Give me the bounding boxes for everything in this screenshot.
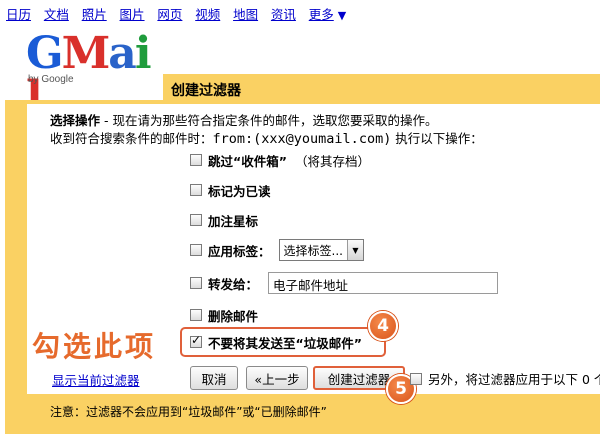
logo-letter-g: G [26, 28, 64, 79]
forward-email-input[interactable]: 电子邮件地址 [268, 272, 499, 294]
nav-more[interactable]: 更多 [309, 7, 334, 22]
logo-letter-a: a [108, 28, 136, 79]
nav-calendar[interactable]: 日历 [6, 7, 31, 22]
option-delete: 删除邮件 [190, 305, 258, 325]
forward-label: 转发给： [208, 276, 259, 292]
option-skip-inbox: 跳过“收件箱” （将其存档） [190, 150, 370, 170]
chevron-down-icon[interactable]: ▼ [338, 9, 346, 22]
nav-news[interactable]: 资讯 [271, 7, 296, 22]
criteria-prefix: 收到符合搜索条件的邮件时： [50, 131, 213, 146]
also-apply-label: 另外，将过滤器应用于以下 0 个 [428, 372, 600, 387]
star-label: 加注星标 [208, 213, 259, 229]
nav-docs[interactable]: 文档 [44, 7, 69, 22]
apply-label-label: 应用标签： [208, 243, 271, 259]
logo-letter-i: i [134, 28, 152, 79]
page-title: 创建过滤器 [163, 74, 600, 102]
logo-letter-m: M [61, 28, 111, 79]
nav-maps[interactable]: 地图 [233, 7, 258, 22]
nav-video[interactable]: 视频 [195, 7, 220, 22]
apply-label-checkbox[interactable] [190, 244, 202, 256]
show-current-filters-link[interactable]: 显示当前过滤器 [52, 370, 140, 389]
footer-note: 注意：过滤器不会应用到“垃圾邮件”或“已删除邮件” [50, 405, 327, 419]
intro-text: - 现在请为那些符合指定条件的邮件，选取您要采取的操作。 [100, 113, 438, 128]
option-forward: 转发给： 电子邮件地址 [190, 272, 499, 294]
gmail-logo[interactable]: GMail by Google [26, 28, 156, 120]
option-mark-read: 标记为已读 [190, 180, 271, 200]
also-apply-option: 另外，将过滤器应用于以下 0 个 [410, 369, 600, 388]
step-4-badge: 4 [368, 311, 398, 341]
skip-inbox-note: （将其存档） [294, 153, 370, 169]
chevron-down-icon[interactable]: ▼ [346, 240, 363, 260]
skip-inbox-checkbox[interactable] [190, 154, 202, 166]
option-apply-label: 应用标签： 选择标签... ▼ [190, 239, 364, 261]
mark-read-label: 标记为已读 [208, 183, 271, 199]
star-checkbox[interactable] [190, 214, 202, 226]
highlight-box [180, 327, 386, 357]
back-button[interactable]: «上一步 [246, 366, 308, 390]
criteria-suffix: 执行以下操作： [391, 131, 483, 146]
nav-web[interactable]: 网页 [157, 7, 182, 22]
delete-checkbox[interactable] [190, 309, 202, 321]
nav-images[interactable]: 图片 [120, 7, 145, 22]
skip-inbox-label: 跳过“收件箱” [208, 153, 287, 169]
also-apply-checkbox[interactable] [410, 372, 422, 385]
logo-byline: by Google [28, 74, 74, 85]
label-select-value: 选择标签... [283, 243, 343, 258]
intro-line: 选择操作 - 现在请为那些符合指定条件的邮件，选取您要采取的操作。 [50, 110, 437, 129]
intro-label: 选择操作 [50, 113, 101, 128]
annotation-text: 勾选此项 [32, 330, 157, 363]
delete-label: 删除邮件 [208, 308, 259, 324]
search-query: from:(xxx@youmail.com) [212, 131, 392, 147]
cancel-button[interactable]: 取消 [190, 366, 238, 390]
option-star: 加注星标 [190, 210, 258, 230]
mark-read-checkbox[interactable] [190, 184, 202, 196]
label-select[interactable]: 选择标签... ▼ [278, 239, 364, 261]
criteria-line: 收到符合搜索条件的邮件时：from:(xxx@youmail.com) 执行以下… [50, 128, 483, 147]
top-navigation: 日历 文档 照片 图片 网页 视频 地图 资讯 更多 ▼ [0, 0, 600, 24]
nav-photos[interactable]: 照片 [82, 7, 107, 22]
forward-checkbox[interactable] [190, 277, 202, 289]
